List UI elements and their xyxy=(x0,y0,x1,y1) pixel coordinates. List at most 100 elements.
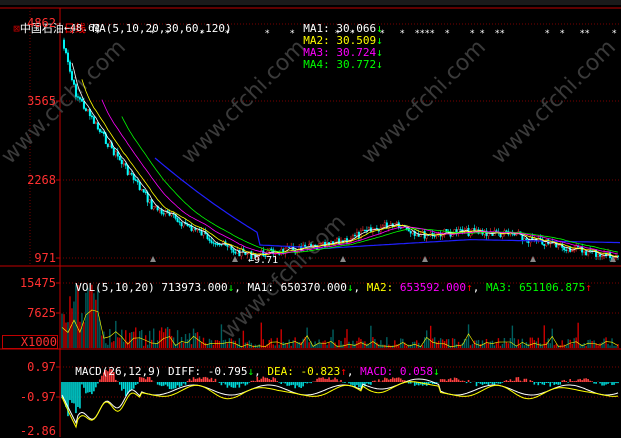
price-axis-label: 3565 xyxy=(0,95,56,107)
ma-values: MA1: 30.066↓ MA2: 30.509↓ MA3: 30.724↓ M… xyxy=(290,11,383,71)
candle-body xyxy=(143,189,145,192)
macd-bar xyxy=(340,380,342,382)
volume-bar xyxy=(571,344,572,348)
info-mine-star[interactable]: * xyxy=(265,29,270,39)
volume-bar xyxy=(562,340,563,348)
volume-bar xyxy=(601,342,602,348)
candle-body xyxy=(217,244,219,245)
macd-bar xyxy=(249,382,251,383)
candle-body xyxy=(599,255,601,257)
volume-bar xyxy=(107,345,108,348)
info-mine-star[interactable]: * xyxy=(585,29,590,39)
candle-body xyxy=(506,231,508,232)
macd-bar xyxy=(326,379,328,382)
macd-bar xyxy=(280,382,282,384)
volume-bar xyxy=(599,343,600,348)
info-mine-star[interactable]: * xyxy=(470,29,475,39)
candle-body xyxy=(181,222,183,226)
volume-bar xyxy=(362,342,363,348)
macd-bar xyxy=(356,382,358,385)
volume-bar xyxy=(468,324,469,348)
macd-bar xyxy=(219,382,221,383)
candle-body xyxy=(139,182,141,190)
info-mine-star[interactable]: * xyxy=(430,29,435,39)
candle-body xyxy=(543,244,545,245)
macd-bar xyxy=(543,382,545,385)
macd-bar xyxy=(488,382,490,385)
candle-body xyxy=(514,234,516,235)
volume-bar xyxy=(83,322,84,348)
volume-bar xyxy=(213,345,214,348)
macd-bar xyxy=(284,382,286,383)
info-mine-star[interactable]: * xyxy=(445,29,450,39)
candle-body xyxy=(557,246,559,248)
info-mine-star[interactable]: * xyxy=(612,29,617,39)
volume-bar xyxy=(548,338,549,348)
candle-body xyxy=(91,116,93,117)
volume-bar xyxy=(458,342,459,348)
info-mine-star[interactable]: * xyxy=(480,29,485,39)
macd-bar xyxy=(177,382,179,385)
macd-bar xyxy=(187,381,189,382)
macd-bar xyxy=(332,380,334,382)
volume-bar xyxy=(123,342,124,348)
volume-bar xyxy=(360,339,361,348)
volume-bar xyxy=(322,342,323,348)
volume-axis-label: 7625 xyxy=(0,307,56,319)
candle-body xyxy=(320,244,322,245)
volume-bar xyxy=(540,343,541,348)
macd-bar xyxy=(611,382,613,385)
high-price-value: 48.62 xyxy=(70,23,100,34)
volume-bar xyxy=(488,343,489,348)
volume-bar xyxy=(408,345,409,348)
volume-bar xyxy=(153,328,154,348)
macd-bar xyxy=(266,378,268,382)
macd-bar xyxy=(221,382,223,385)
macd-bar xyxy=(151,380,153,382)
volume-bar xyxy=(286,343,287,348)
candle-body xyxy=(161,210,163,214)
candle-body xyxy=(101,132,103,133)
volume-bar xyxy=(290,346,291,348)
info-mine-star[interactable]: * xyxy=(545,29,550,39)
volume-bar xyxy=(615,346,616,348)
macd-value: 0.058 xyxy=(400,365,433,378)
volume-bar xyxy=(380,340,381,348)
macd-bar xyxy=(450,378,452,382)
macd-bar xyxy=(255,381,257,382)
candle-body xyxy=(211,241,213,243)
macd-bar xyxy=(99,379,101,382)
macd-bar xyxy=(466,382,468,383)
ma4-value: 30.772 xyxy=(336,58,376,71)
volume-bar xyxy=(105,343,106,348)
info-mine-star[interactable]: * xyxy=(560,29,565,39)
macd-bar xyxy=(514,381,516,382)
volume-bar xyxy=(611,338,612,348)
info-mine-star[interactable]: * xyxy=(400,29,405,39)
volume-bar xyxy=(448,339,449,348)
info-mine-star[interactable]: * xyxy=(500,29,505,39)
volume-bar xyxy=(358,338,359,348)
candle-body xyxy=(354,235,356,236)
macd-bar xyxy=(167,382,169,386)
volume-bar xyxy=(119,338,120,348)
macd-bar xyxy=(460,381,462,382)
macd-bar xyxy=(557,382,559,385)
macd-axis-label: -0.97 xyxy=(0,391,56,403)
macd-bar xyxy=(161,382,163,386)
volume-unit-label: X1000 xyxy=(2,335,58,349)
volume-bar xyxy=(577,323,578,348)
candle-body xyxy=(107,144,109,147)
volume-bar xyxy=(207,344,208,348)
volume-bar xyxy=(478,340,479,348)
macd-bar xyxy=(545,382,547,383)
candle-body xyxy=(109,143,111,147)
macd-bar xyxy=(85,382,87,393)
volume-bar xyxy=(215,340,216,348)
macd-bar xyxy=(378,379,380,382)
volume-bar xyxy=(585,346,586,348)
volume-bar xyxy=(159,331,160,348)
volume-bar xyxy=(554,345,555,348)
macd-bar xyxy=(119,382,121,385)
volume-bar xyxy=(87,288,88,348)
